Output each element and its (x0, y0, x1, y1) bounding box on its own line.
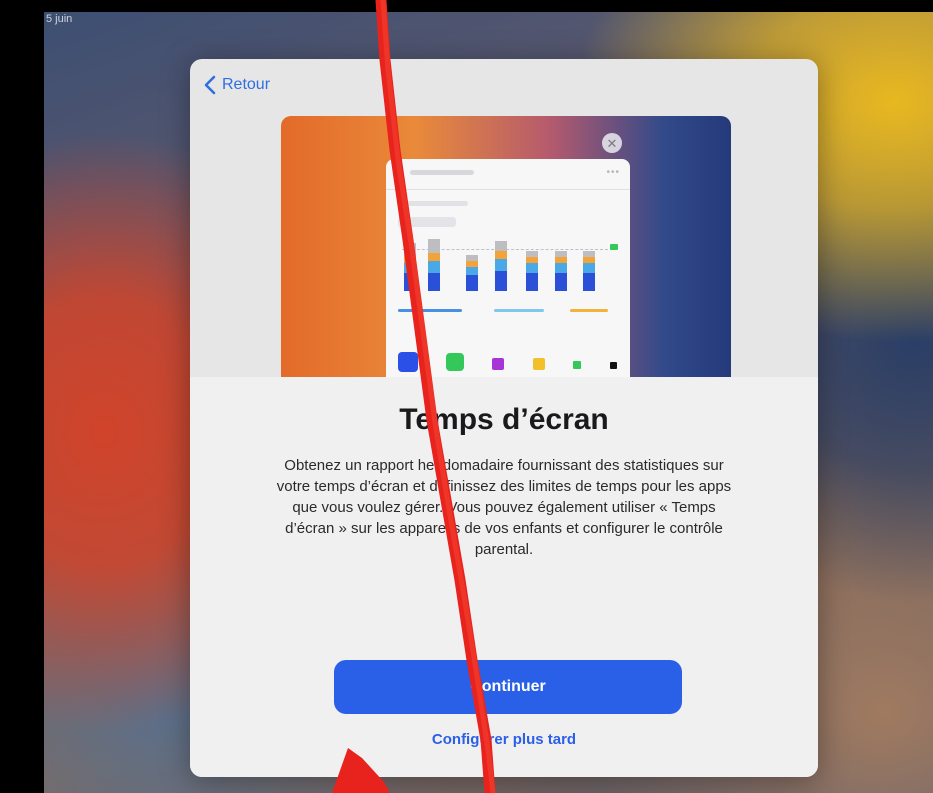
configure-later-button[interactable]: Configurer plus tard (190, 731, 818, 748)
illustration-legend-line (570, 309, 608, 312)
illustration-text-line (398, 201, 468, 206)
illustration-topbar: ••• (386, 159, 630, 190)
chevron-left-icon (204, 75, 216, 95)
back-button[interactable]: Retour (204, 75, 270, 95)
close-icon: ✕ (602, 133, 622, 153)
illustration-title-line (410, 170, 474, 175)
page-title: Temps d’écran (399, 403, 609, 436)
illustration-app-tile (446, 353, 464, 371)
illustration-bar (555, 251, 567, 291)
illustration-bar (404, 243, 416, 291)
status-date: 5 juin (46, 13, 73, 25)
illustration-bar (526, 251, 538, 291)
illustration-bar (466, 255, 478, 291)
illustration-bar (495, 241, 507, 291)
illustration-marker (610, 244, 618, 250)
back-button-label: Retour (222, 76, 271, 93)
continue-button[interactable]: Continuer (334, 660, 682, 714)
illustration-app-icon (394, 168, 403, 177)
sheet-content-area (190, 377, 818, 777)
illustration-app-tile (533, 358, 545, 370)
illustration-app-tile (492, 358, 504, 370)
illustration-report-window: ••• (386, 159, 630, 377)
illustration-app-tile (398, 352, 418, 372)
illustration-bar (428, 239, 440, 291)
illustration-text-line (398, 217, 456, 227)
feature-description: Obtenez un rapport hebdomadaire fourniss… (276, 457, 732, 558)
illustration-app-tile (573, 361, 581, 369)
illustration-bar (583, 251, 595, 291)
illustration-legend-line (494, 309, 544, 312)
screen-time-onboarding-sheet: Retour ✕ ••• Temps d’écran Obtenez un ra… (190, 59, 818, 777)
illustration-app-tile (610, 362, 617, 369)
illustration-legend-line (398, 309, 462, 312)
more-icon: ••• (606, 167, 620, 178)
screen-time-illustration: ✕ ••• (281, 116, 731, 377)
